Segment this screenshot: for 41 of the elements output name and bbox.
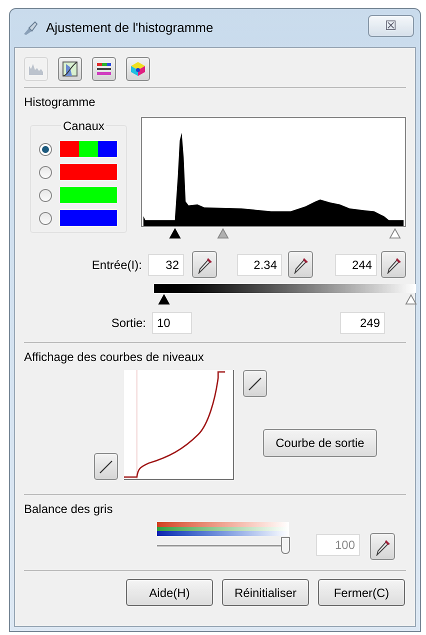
color-cube-icon bbox=[130, 61, 146, 77]
dialog-button[interactable]: Fermer(C) bbox=[318, 579, 405, 606]
eyedropper-icon bbox=[374, 538, 390, 556]
radio-button[interactable] bbox=[39, 212, 52, 224]
field-label: Entrée(I): bbox=[90, 256, 143, 274]
number-field[interactable]: 10 bbox=[152, 312, 192, 334]
brush-icon bbox=[22, 20, 38, 36]
toolbar-button[interactable] bbox=[58, 57, 82, 81]
radio-button[interactable] bbox=[39, 142, 52, 156]
dialog-button[interactable]: Aide(H) bbox=[126, 579, 213, 606]
eyedropper-button[interactable] bbox=[370, 533, 395, 560]
dialog-button[interactable]: Réinitialiser bbox=[222, 579, 309, 606]
number-field[interactable]: 249 bbox=[340, 312, 385, 334]
curve-chart-icon bbox=[62, 61, 78, 77]
close-button[interactable]: ☒ bbox=[368, 15, 414, 37]
number-field[interactable]: 244 bbox=[335, 254, 377, 276]
radio-button[interactable] bbox=[39, 166, 52, 178]
toolbar-button[interactable] bbox=[126, 57, 150, 81]
eyedropper-button[interactable] bbox=[288, 251, 313, 278]
toolbar-button[interactable] bbox=[92, 57, 116, 81]
eyedropper-button[interactable] bbox=[192, 251, 217, 278]
diagonal-line-icon bbox=[248, 376, 262, 390]
field-label: Sortie: bbox=[110, 315, 147, 332]
histogram-icon bbox=[28, 62, 44, 76]
output-curve-button[interactable]: Courbe de sortie bbox=[263, 429, 377, 457]
slider-thumb[interactable] bbox=[281, 537, 290, 554]
eyedropper-icon bbox=[292, 256, 308, 274]
eyedropper-icon bbox=[196, 256, 212, 274]
linear-curve-button[interactable] bbox=[243, 370, 267, 397]
number-field[interactable]: 2.34 bbox=[237, 254, 282, 276]
eyedropper-icon bbox=[386, 256, 402, 274]
section-title: Balance des gris bbox=[24, 501, 114, 518]
section-title: Histogramme bbox=[24, 94, 96, 111]
linear-curve-button[interactable] bbox=[94, 453, 118, 480]
eyedropper-button[interactable] bbox=[381, 251, 406, 278]
radio-button[interactable] bbox=[39, 188, 52, 202]
section-title: Affichage des courbes de niveaux bbox=[24, 349, 205, 366]
diagonal-line-icon bbox=[99, 460, 113, 474]
color-bars-icon bbox=[96, 61, 112, 77]
window-title: Ajustement de l'histogramme bbox=[46, 19, 214, 38]
number-field[interactable]: 32 bbox=[148, 254, 184, 276]
